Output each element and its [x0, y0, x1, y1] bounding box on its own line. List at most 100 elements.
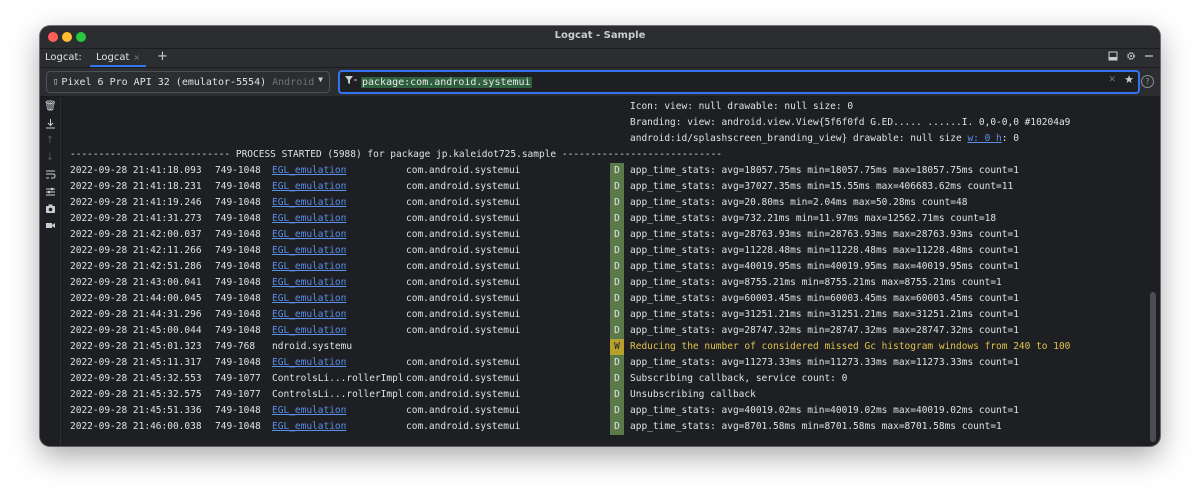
log-pid: 749-1048: [215, 261, 261, 272]
log-timestamp: 2022-09-28 21:42:51.286: [70, 261, 202, 272]
gear-icon[interactable]: [1126, 51, 1136, 64]
log-message: app_time_stats: avg=8701.58ms min=8701.5…: [630, 421, 1002, 432]
help-icon[interactable]: ?: [1141, 75, 1154, 88]
vertical-scrollbar[interactable]: [1150, 97, 1156, 446]
log-row[interactable]: 2022-09-28 21:45:00.044 749-1048 EGL_emula…: [62, 323, 1146, 339]
video-record-icon[interactable]: [44, 220, 56, 232]
trash-icon[interactable]: 🗑: [44, 101, 57, 113]
log-row[interactable]: 2022-09-28 21:41:19.246 749-1048 EGL_emula…: [62, 195, 1146, 211]
log-pid: 749-1048: [215, 293, 261, 304]
logcat-toolbar: 🗑 ↑ ↓: [40, 97, 61, 446]
log-row[interactable]: 2022-09-28 21:44:00.045 749-1048 EGL_emula…: [62, 291, 1146, 307]
log-row[interactable]: 2022-09-28 21:45:32.553 749-1077 ControlsL…: [62, 371, 1146, 387]
title-bar: Logcat - Sample: [40, 26, 1160, 49]
clear-filter-icon[interactable]: ✕: [1108, 75, 1116, 85]
tab-logcat[interactable]: Logcat ×: [90, 49, 147, 67]
process-started-line: ---------------------------- PROCESS STA…: [70, 149, 723, 160]
log-pid: 749-1048: [215, 309, 261, 320]
log-continuation-line: android:id/splashscreen_branding_view} d…: [630, 133, 1019, 144]
log-message: app_time_stats: avg=60003.45ms min=60003…: [630, 293, 1019, 304]
log-package: com.android.systemui: [406, 389, 521, 400]
log-row[interactable]: 2022-09-28 21:41:18.093 749-1048 EGL_emula…: [62, 163, 1146, 179]
log-message: app_time_stats: avg=37027.35ms min=15.55…: [630, 181, 1014, 192]
log-level-badge: D: [610, 227, 624, 243]
filter-bar: ▯ Pixel 6 Pro API 32 (emulator-5554) And…: [40, 68, 1160, 97]
log-package: com.android.systemui: [406, 197, 521, 208]
log-pid: 749-1048: [215, 213, 261, 224]
log-tag[interactable]: EGL_emulation: [272, 197, 346, 208]
continuation-link[interactable]: w: 0 h: [967, 133, 1001, 144]
scrollbar-thumb[interactable]: [1150, 292, 1156, 442]
log-message: app_time_stats: avg=18057.75ms min=18057…: [630, 165, 1019, 176]
log-tag[interactable]: EGL_emulation: [272, 421, 346, 432]
log-pid: 749-1048: [215, 277, 261, 288]
log-row[interactable]: 2022-09-28 21:45:32.575 749-1077 ControlsL…: [62, 387, 1146, 403]
log-tag[interactable]: EGL_emulation: [272, 309, 346, 320]
log-pid: 749-1077: [215, 373, 261, 384]
log-level-badge: D: [610, 371, 624, 387]
log-pid: 749-1048: [215, 165, 261, 176]
add-tab-button[interactable]: +: [157, 50, 168, 64]
log-message: Reducing the number of considered missed…: [630, 341, 1071, 352]
log-row[interactable]: 2022-09-28 21:41:18.231 749-1048 EGL_emula…: [62, 179, 1146, 195]
log-continuation-line: Branding: view: android.view.View{5f6f0f…: [630, 117, 1071, 128]
filter-icon[interactable]: [345, 76, 357, 88]
log-pid: 749-1077: [215, 389, 261, 400]
window-title: Logcat - Sample: [554, 30, 646, 41]
layout-icon[interactable]: [1108, 51, 1118, 64]
favorite-filter-icon[interactable]: ★: [1124, 73, 1134, 86]
log-pid: 749-1048: [215, 421, 261, 432]
log-row[interactable]: 2022-09-28 21:45:11.317 749-1048 EGL_emula…: [62, 355, 1146, 371]
device-selector[interactable]: ▯ Pixel 6 Pro API 32 (emulator-5554) And…: [46, 71, 330, 93]
log-continuation-line: Icon: view: null drawable: null size: 0: [630, 101, 854, 112]
log-tag[interactable]: EGL_emulation: [272, 405, 346, 416]
log-tag[interactable]: EGL_emulation: [272, 293, 346, 304]
log-tag[interactable]: EGL_emulation: [272, 229, 346, 240]
log-row[interactable]: 2022-09-28 21:42:11.266 749-1048 EGL_emula…: [62, 243, 1146, 259]
log-tag[interactable]: EGL_emulation: [272, 357, 346, 368]
log-package: com.android.systemui: [406, 245, 521, 256]
log-pid: 749-768: [215, 341, 256, 352]
filter-settings-icon[interactable]: [44, 186, 56, 198]
log-level-badge: D: [610, 307, 624, 323]
log-row[interactable]: 2022-09-28 21:41:31.273 749-1048 EGL_emula…: [62, 211, 1146, 227]
log-package: com.android.systemui: [406, 405, 521, 416]
continuation-tail: : 0: [1001, 133, 1019, 144]
tab-close-icon[interactable]: ×: [133, 53, 140, 62]
logcat-filter-input[interactable]: package:com.android.systemui ✕ ★: [338, 70, 1140, 94]
log-timestamp: 2022-09-28 21:44:00.045: [70, 293, 202, 304]
soft-wrap-icon[interactable]: [44, 169, 56, 181]
log-level-badge: D: [610, 259, 624, 275]
tab-label: Logcat: [96, 51, 130, 63]
log-row[interactable]: 2022-09-28 21:42:00.037 749-1048 EGL_emula…: [62, 227, 1146, 243]
log-level-badge: D: [610, 243, 624, 259]
log-tag[interactable]: EGL_emulation: [272, 325, 346, 336]
log-row[interactable]: 2022-09-28 21:45:01.323 749-768 ndroid.sys…: [62, 339, 1146, 355]
log-message: app_time_stats: avg=28747.32ms min=28747…: [630, 325, 1019, 336]
log-row[interactable]: 2022-09-28 21:45:51.336 749-1048 EGL_emula…: [62, 403, 1146, 419]
log-row[interactable]: 2022-09-28 21:43:00.041 749-1048 EGL_emula…: [62, 275, 1146, 291]
log-message: app_time_stats: avg=8755.21ms min=8755.2…: [630, 277, 1002, 288]
log-tag[interactable]: EGL_emulation: [272, 261, 346, 272]
log-package: com.android.systemui: [406, 213, 521, 224]
log-row[interactable]: 2022-09-28 21:42:51.286 749-1048 EGL_emula…: [62, 259, 1146, 275]
camera-icon[interactable]: [44, 203, 56, 215]
log-tag[interactable]: EGL_emulation: [272, 277, 346, 288]
up-arrow-icon[interactable]: ↑: [44, 135, 56, 147]
scroll-to-end-icon[interactable]: [44, 118, 56, 130]
down-arrow-icon[interactable]: ↓: [44, 152, 56, 164]
log-pid: 749-1048: [215, 181, 261, 192]
log-row[interactable]: 2022-09-28 21:44:31.296 749-1048 EGL_emula…: [62, 307, 1146, 323]
log-package: com.android.systemui: [406, 357, 521, 368]
log-tag[interactable]: EGL_emulation: [272, 213, 346, 224]
log-timestamp: 2022-09-28 21:41:18.093: [70, 165, 202, 176]
log-view[interactable]: Icon: view: null drawable: null size: 0 …: [62, 97, 1146, 446]
log-level-badge: D: [610, 323, 624, 339]
log-row[interactable]: 2022-09-28 21:46:00.038 749-1048 EGL_emula…: [62, 419, 1146, 435]
log-tag[interactable]: EGL_emulation: [272, 245, 346, 256]
log-tag[interactable]: EGL_emulation: [272, 165, 346, 176]
minimize-icon[interactable]: [1144, 51, 1154, 64]
log-tag[interactable]: EGL_emulation: [272, 181, 346, 192]
log-package: com.android.systemui: [406, 293, 521, 304]
filter-query: package:com.android.systemui: [361, 76, 532, 88]
